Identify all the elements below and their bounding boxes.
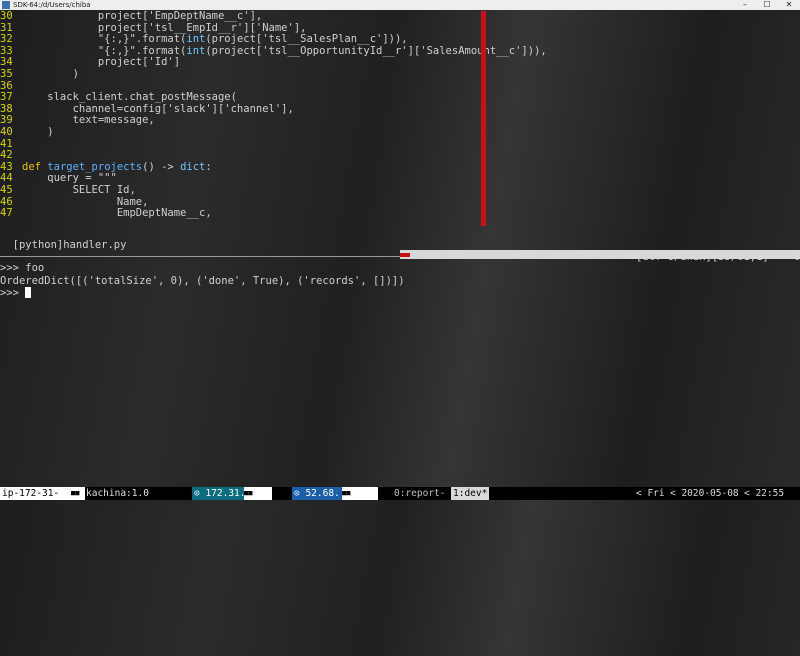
code-token: (project['tsl__OpportunityId__r']['Sales… xyxy=(205,44,547,57)
code-token: int xyxy=(186,44,206,57)
vim-colorcolumn xyxy=(481,11,486,226)
terminal-app-icon xyxy=(2,1,10,9)
tmux-date: < 2020-05-08 xyxy=(670,488,739,499)
code-token: text=message, xyxy=(22,114,155,127)
tmux-window-dev[interactable]: 1:dev* xyxy=(451,487,490,500)
tmux-window-report[interactable]: 0:report- xyxy=(394,487,445,500)
pane-divider xyxy=(0,256,400,257)
minimize-button[interactable]: – xyxy=(734,0,756,10)
maximize-button[interactable]: ☐ xyxy=(756,0,778,10)
tmux-mini-mark: ■■ xyxy=(71,487,85,500)
tmux-day: < Fri xyxy=(636,488,665,499)
tmux-mini-mark: ■■ xyxy=(244,487,272,500)
code-token: channel=config['slack']['channel'], xyxy=(22,102,294,115)
pane-border-marker xyxy=(400,253,410,257)
vim-editor-pane[interactable]: 30 project['EmpDeptName__c'], 31 project[… xyxy=(0,10,800,227)
code-token: EmpDeptName__c, xyxy=(22,207,212,220)
python-repl-pane[interactable]: >>> foo OrderedDict([('totalSize', 0), (… xyxy=(0,262,800,300)
code-token: target_projects xyxy=(47,160,143,173)
code-line[interactable]: 35 ) xyxy=(0,68,79,81)
code-token: int xyxy=(186,33,206,46)
code-token: Name, xyxy=(22,195,149,208)
code-line[interactable]: 47 EmpDeptName__c, xyxy=(0,207,212,220)
text-cursor xyxy=(25,287,32,298)
repl-prompt-line[interactable]: >>> xyxy=(0,287,800,300)
tmux-mini-mark: ■■ xyxy=(342,487,378,500)
repl-line: OrderedDict([('totalSize', 0), ('done', … xyxy=(0,274,405,287)
line-number: 40 xyxy=(0,126,13,138)
code-token: ) xyxy=(22,68,79,80)
code-line[interactable]: 40 ) xyxy=(0,126,54,139)
line-number: 30 xyxy=(0,10,13,22)
tmux-session: kachina:1.0 xyxy=(86,488,149,499)
repl-prompt: >>> xyxy=(0,287,26,299)
code-token: project['tsl__EmpId__r']['Name'], xyxy=(22,21,307,34)
code-token: query = """ xyxy=(22,172,117,185)
code-token: () -> xyxy=(142,160,181,173)
close-button[interactable]: ✕ xyxy=(778,0,800,10)
code-token: project['EmpDeptName__c'], xyxy=(22,10,263,22)
statusline-filename: [python]handler.py xyxy=(12,239,127,251)
tmux-hostname: ip-172-31- xyxy=(0,487,71,500)
window-title: SDK-64:/d/Users/chiba xyxy=(13,1,91,9)
code-token: : xyxy=(205,160,212,173)
code-token: (project['tsl__SalesPlan__c'])), xyxy=(205,33,408,46)
tmux-private-ip: ⊙ 172.31. xyxy=(192,487,246,500)
tmux-time: < 22:55 xyxy=(744,488,785,499)
code-token: "{:,}".format( xyxy=(22,33,187,46)
line-number: 47 xyxy=(0,207,13,220)
tmux-pane-border[interactable] xyxy=(400,250,800,259)
code-token: def xyxy=(22,160,48,173)
vim-statusline: [python]handler.py [utf-8/unix][35/61,1]… xyxy=(0,227,800,263)
code-token: SELECT Id, xyxy=(22,184,136,196)
line-number: 35 xyxy=(0,68,13,80)
tmux-status-bar: ip-172-31- ■■ kachina:1.0 ⊙ 172.31. ■■ ⊙… xyxy=(0,487,800,500)
window-titlebar: SDK-64:/d/Users/chiba – ☐ ✕ xyxy=(0,0,800,10)
line-number: 45 xyxy=(0,184,13,196)
code-token: dict xyxy=(180,160,206,173)
code-token: project['Id'] xyxy=(22,56,181,69)
code-token: "{:,}".format( xyxy=(22,44,187,57)
code-token: slack_client.chat_postMessage( xyxy=(22,91,237,104)
code-token: ) xyxy=(22,126,54,138)
repl-line: >>> foo xyxy=(0,262,45,274)
tmux-public-ip: ⊙ 52.68. xyxy=(292,487,342,500)
